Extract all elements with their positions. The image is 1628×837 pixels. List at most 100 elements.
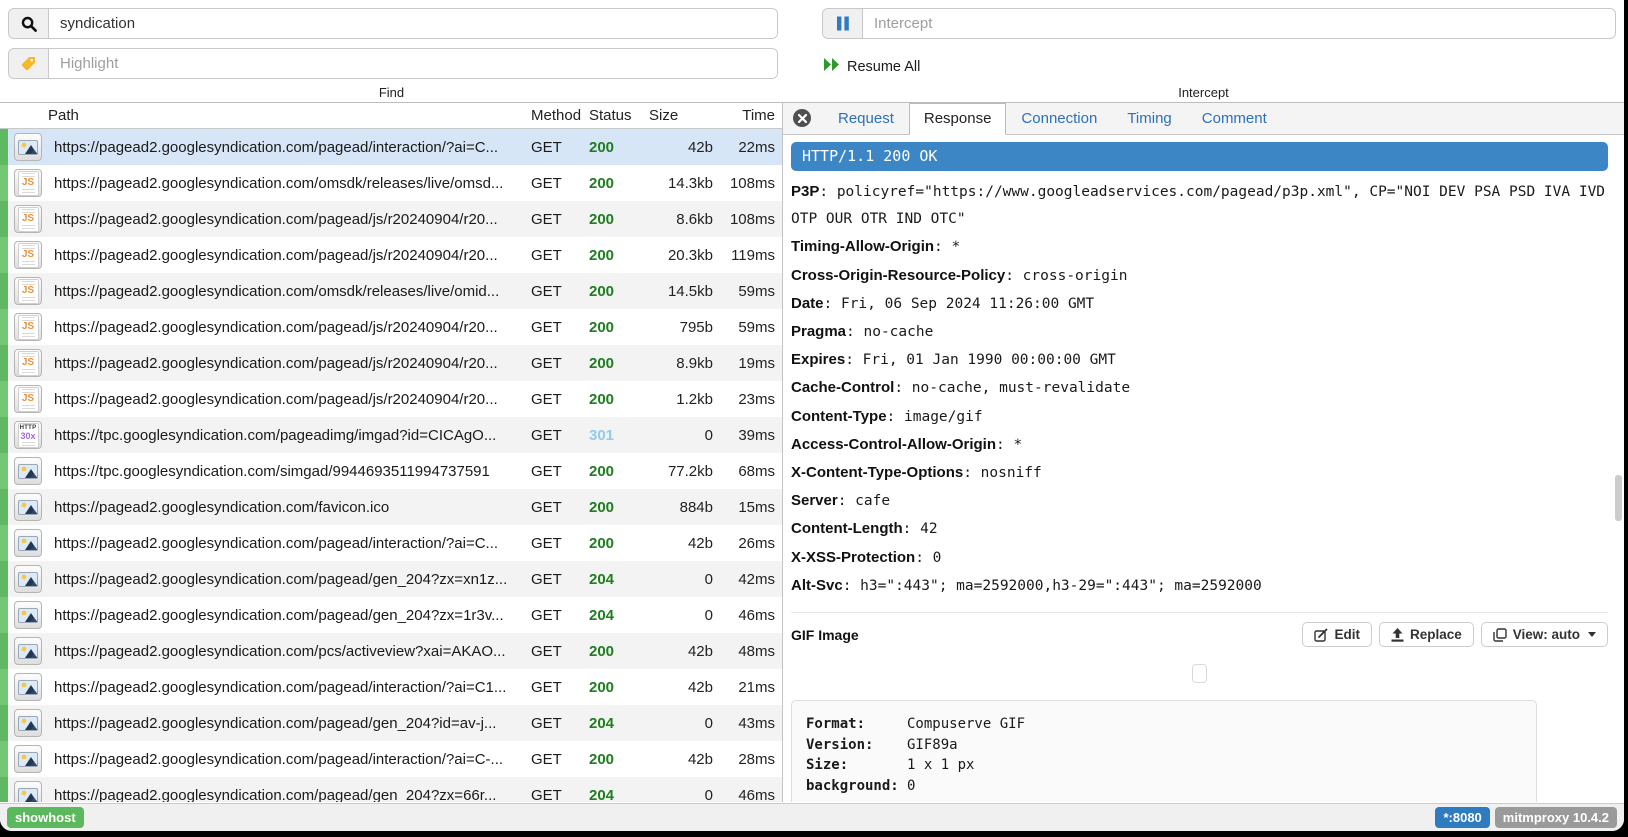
flow-row[interactable]: JS HTTP30x https://pagead2.googlesyndica… bbox=[0, 633, 782, 669]
flow-time: 15ms bbox=[723, 499, 782, 516]
flow-method: GET bbox=[531, 535, 589, 552]
flow-time: 26ms bbox=[723, 535, 782, 552]
flow-row[interactable]: JS HTTP30x https://pagead2.googlesyndica… bbox=[0, 561, 782, 597]
image-icon bbox=[18, 536, 38, 551]
header-value: : policyref="https://www.googleadservice… bbox=[791, 184, 1605, 227]
flow-method: GET bbox=[531, 463, 589, 480]
js-glyph: JS bbox=[22, 358, 34, 368]
column-header-time[interactable]: Time bbox=[723, 107, 782, 124]
tab-request[interactable]: Request bbox=[823, 103, 909, 135]
column-header-size[interactable]: Size bbox=[649, 107, 723, 124]
header-value: : no-cache, must-revalidate bbox=[894, 380, 1130, 396]
js-file-icon: JS bbox=[18, 243, 39, 268]
flow-row[interactable]: JS HTTP30x https://pagead2.googlesyndica… bbox=[0, 777, 782, 802]
flow-path: https://pagead2.googlesyndication.com/pa… bbox=[48, 571, 531, 588]
flow-status: 301 bbox=[589, 427, 649, 444]
format-info-line: background:0 bbox=[806, 776, 1536, 797]
gif-image-preview bbox=[1192, 664, 1207, 683]
tab-response[interactable]: Response bbox=[909, 103, 1007, 135]
js-glyph: JS bbox=[22, 286, 34, 296]
flow-row[interactable]: JS HTTP30x https://pagead2.googlesyndica… bbox=[0, 705, 782, 741]
scrollbar-thumb[interactable] bbox=[1615, 475, 1622, 521]
response-header-line: Content-Length: 42 bbox=[791, 515, 1608, 543]
tab-comment[interactable]: Comment bbox=[1187, 103, 1282, 135]
column-header-path[interactable]: Path bbox=[48, 107, 531, 124]
response-header-line: Server: cafe bbox=[791, 487, 1608, 515]
js-file-icon: JS bbox=[18, 207, 39, 232]
flow-row[interactable]: JS HTTP30x https://tpc.googlesyndication… bbox=[0, 417, 782, 453]
highlight-input[interactable] bbox=[49, 49, 777, 78]
header-name: Content-Type bbox=[791, 408, 887, 425]
flow-row[interactable]: JS HTTP30x https://pagead2.googlesyndica… bbox=[0, 129, 782, 165]
flow-size: 0 bbox=[649, 427, 723, 444]
flow-status: 200 bbox=[589, 499, 649, 516]
flow-row[interactable]: JS HTTP30x https://pagead2.googlesyndica… bbox=[0, 237, 782, 273]
js-file-icon: JS bbox=[18, 387, 39, 412]
format-label: Format: bbox=[806, 714, 907, 735]
response-detail: HTTP/1.1 200 OK P3P: policyref="https://… bbox=[783, 135, 1624, 802]
command-bar: Find Resume All Intercept bbox=[0, 0, 1624, 103]
tab-connection[interactable]: Connection bbox=[1006, 103, 1112, 135]
image-icon bbox=[18, 680, 38, 695]
flow-row[interactable]: JS HTTP30x https://pagead2.googlesyndica… bbox=[0, 273, 782, 309]
flow-row[interactable]: JS HTTP30x https://pagead2.googlesyndica… bbox=[0, 489, 782, 525]
flow-size: 20.3kb bbox=[649, 247, 723, 264]
image-icon bbox=[18, 788, 38, 803]
flow-list-panel: Path Method Status Size Time JS HTTP30x bbox=[0, 103, 783, 802]
close-icon[interactable] bbox=[793, 109, 811, 127]
flow-size: 42b bbox=[649, 643, 723, 660]
flow-size: 14.3kb bbox=[649, 175, 723, 192]
edit-button[interactable]: Edit bbox=[1302, 622, 1372, 647]
flow-row[interactable]: JS HTTP30x https://pagead2.googlesyndica… bbox=[0, 309, 782, 345]
search-input[interactable] bbox=[49, 9, 777, 38]
flow-marker bbox=[0, 669, 8, 705]
flow-row[interactable]: JS HTTP30x https://pagead2.googlesyndica… bbox=[0, 525, 782, 561]
response-header-line: Access-Control-Allow-Origin: * bbox=[791, 431, 1608, 459]
flow-row[interactable]: JS HTTP30x https://pagead2.googlesyndica… bbox=[0, 381, 782, 417]
flow-row[interactable]: JS HTTP30x https://pagead2.googlesyndica… bbox=[0, 741, 782, 777]
flow-time: 46ms bbox=[723, 607, 782, 624]
flow-marker bbox=[0, 129, 8, 165]
detail-tabbar: RequestResponseConnectionTimingComment bbox=[783, 103, 1624, 135]
flow-row[interactable]: JS HTTP30x https://pagead2.googlesyndica… bbox=[0, 669, 782, 705]
image-format-box: Format:Compuserve GIF Version:GIF89a Siz… bbox=[791, 700, 1537, 802]
flow-status: 204 bbox=[589, 715, 649, 732]
view-mode-button[interactable]: View: auto bbox=[1481, 622, 1608, 647]
flow-path: https://tpc.googlesyndication.com/simgad… bbox=[48, 463, 531, 480]
column-header-status[interactable]: Status bbox=[589, 107, 649, 124]
flow-row[interactable]: JS HTTP30x https://tpc.googlesyndication… bbox=[0, 453, 782, 489]
js-glyph: JS bbox=[22, 250, 34, 260]
header-name: Alt-Svc bbox=[791, 577, 843, 594]
flow-size: 42b bbox=[649, 679, 723, 696]
resume-all-button[interactable]: Resume All bbox=[824, 58, 920, 75]
flow-method: GET bbox=[531, 391, 589, 408]
js-file-icon: JS bbox=[18, 279, 39, 304]
flow-time: 19ms bbox=[723, 355, 782, 372]
replace-button[interactable]: Replace bbox=[1379, 622, 1474, 647]
flow-path: https://pagead2.googlesyndication.com/pa… bbox=[48, 247, 531, 264]
intercept-panel: Resume All Intercept bbox=[783, 0, 1624, 102]
column-header-method[interactable]: Method bbox=[531, 107, 589, 124]
tab-timing[interactable]: Timing bbox=[1112, 103, 1186, 135]
flow-row[interactable]: JS HTTP30x https://pagead2.googlesyndica… bbox=[0, 165, 782, 201]
resume-all-label: Resume All bbox=[847, 59, 920, 75]
flow-row[interactable]: JS HTTP30x https://pagead2.googlesyndica… bbox=[0, 597, 782, 633]
pencil-icon bbox=[1314, 628, 1328, 642]
format-value: GIF89a bbox=[907, 735, 958, 756]
flow-row[interactable]: JS HTTP30x https://pagead2.googlesyndica… bbox=[0, 201, 782, 237]
intercept-input[interactable] bbox=[863, 9, 1615, 38]
flow-path: https://pagead2.googlesyndication.com/pa… bbox=[48, 607, 531, 624]
flow-marker bbox=[0, 345, 8, 381]
flow-path: https://pagead2.googlesyndication.com/pa… bbox=[48, 391, 531, 408]
flow-time: 46ms bbox=[723, 787, 782, 803]
flow-row[interactable]: JS HTTP30x https://pagead2.googlesyndica… bbox=[0, 345, 782, 381]
format-label: background: bbox=[806, 776, 907, 797]
flow-size: 0 bbox=[649, 715, 723, 732]
highlight-tag-icon bbox=[9, 49, 49, 78]
response-header-line: Content-Type: image/gif bbox=[791, 403, 1608, 431]
version-badge: mitmproxy 10.4.2 bbox=[1495, 807, 1617, 828]
showhost-badge: showhost bbox=[7, 807, 84, 828]
flow-path: https://pagead2.googlesyndication.com/pa… bbox=[48, 319, 531, 336]
flow-time: 23ms bbox=[723, 391, 782, 408]
flow-method: GET bbox=[531, 679, 589, 696]
